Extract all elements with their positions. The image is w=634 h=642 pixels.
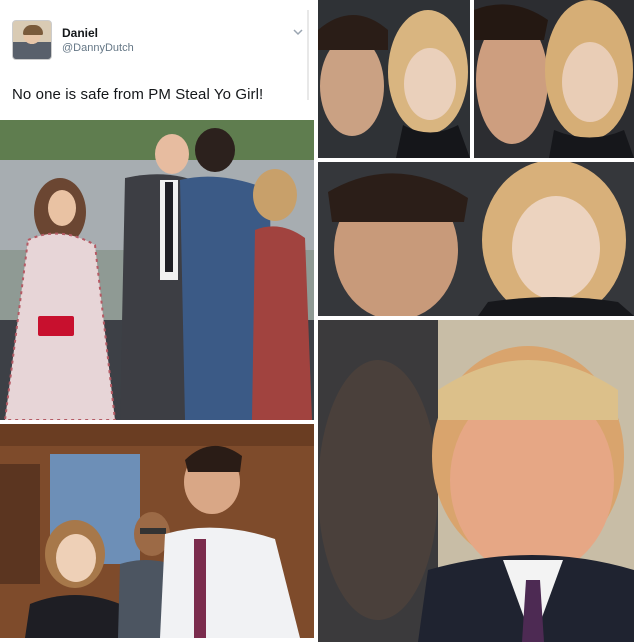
tweet-scrollbar[interactable] [307,10,309,100]
meme-collage: Daniel @DannyDutch No one is safe from P… [0,0,634,642]
author-handle[interactable]: @DannyDutch [62,42,134,54]
tweet-text: No one is safe from PM Steal Yo Girl! [12,86,264,103]
ivanka-closeup-wide [318,162,634,316]
avatar[interactable] [12,20,52,60]
avatar-hair [23,25,43,35]
ivanka-closeup-2 [474,0,634,158]
tweet-card: Daniel @DannyDutch No one is safe from P… [0,0,314,118]
emma-watson-photo [0,424,314,638]
trump-smile-photo [318,320,634,642]
royals-handshake-photo [0,120,314,420]
chevron-down-icon[interactable] [292,26,304,38]
author-name[interactable]: Daniel [62,26,98,40]
ivanka-closeup-1 [318,0,470,158]
